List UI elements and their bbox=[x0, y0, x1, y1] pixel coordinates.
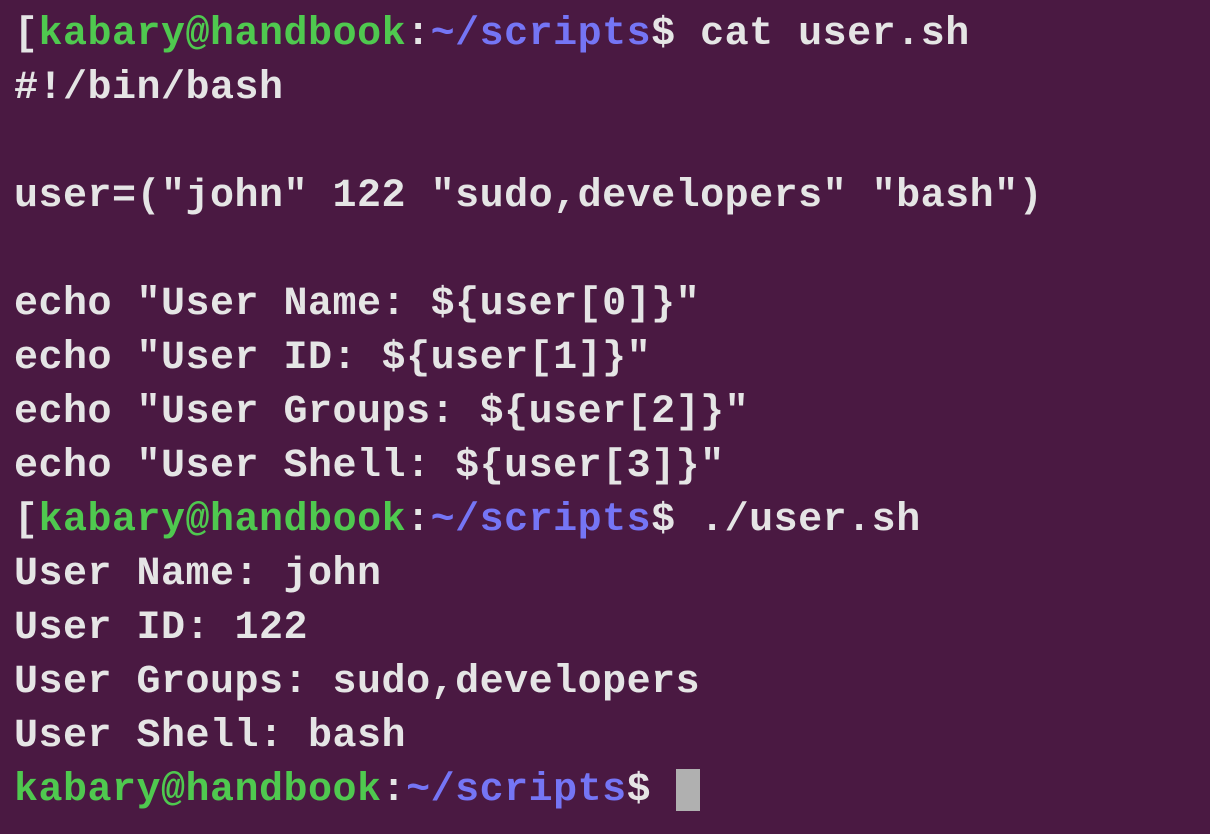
output-line-1: User Name: john bbox=[14, 548, 1196, 602]
file-array-def: user=("john" 122 "sudo,developers" "bash… bbox=[14, 170, 1196, 224]
prompt-colon: : bbox=[406, 12, 431, 57]
prompt-user-host: kabary@handbook bbox=[39, 498, 407, 543]
terminal-line-prompt-3[interactable]: kabary@handbook:~/scripts$ bbox=[14, 764, 1196, 818]
prompt-path: ~/scripts bbox=[431, 498, 652, 543]
terminal-cursor[interactable] bbox=[676, 769, 700, 811]
file-echo-1: echo "User Name: ${user[0]}" bbox=[14, 278, 1196, 332]
terminal-line-prompt-1: [kabary@handbook:~/scripts$ cat user.sh bbox=[14, 8, 1196, 62]
prompt-dollar: $ bbox=[627, 768, 676, 813]
prompt-dollar: $ bbox=[651, 498, 700, 543]
file-shebang: #!/bin/bash bbox=[14, 62, 1196, 116]
file-echo-4: echo "User Shell: ${user[3]}" bbox=[14, 440, 1196, 494]
file-blank-2 bbox=[14, 224, 1196, 278]
prompt-bracket: [ bbox=[14, 12, 39, 57]
command-cat: cat user.sh bbox=[700, 12, 970, 57]
prompt-bracket: [ bbox=[14, 498, 39, 543]
prompt-path: ~/scripts bbox=[406, 768, 627, 813]
command-run: ./user.sh bbox=[700, 498, 921, 543]
output-line-4: User Shell: bash bbox=[14, 710, 1196, 764]
prompt-colon: : bbox=[406, 498, 431, 543]
file-blank-1 bbox=[14, 116, 1196, 170]
file-echo-2: echo "User ID: ${user[1]}" bbox=[14, 332, 1196, 386]
terminal-line-prompt-2: [kabary@handbook:~/scripts$ ./user.sh bbox=[14, 494, 1196, 548]
prompt-dollar: $ bbox=[651, 12, 700, 57]
file-echo-3: echo "User Groups: ${user[2]}" bbox=[14, 386, 1196, 440]
prompt-user-host: kabary@handbook bbox=[14, 768, 382, 813]
prompt-user-host: kabary@handbook bbox=[39, 12, 407, 57]
output-line-3: User Groups: sudo,developers bbox=[14, 656, 1196, 710]
output-line-2: User ID: 122 bbox=[14, 602, 1196, 656]
prompt-colon: : bbox=[382, 768, 407, 813]
prompt-path: ~/scripts bbox=[431, 12, 652, 57]
